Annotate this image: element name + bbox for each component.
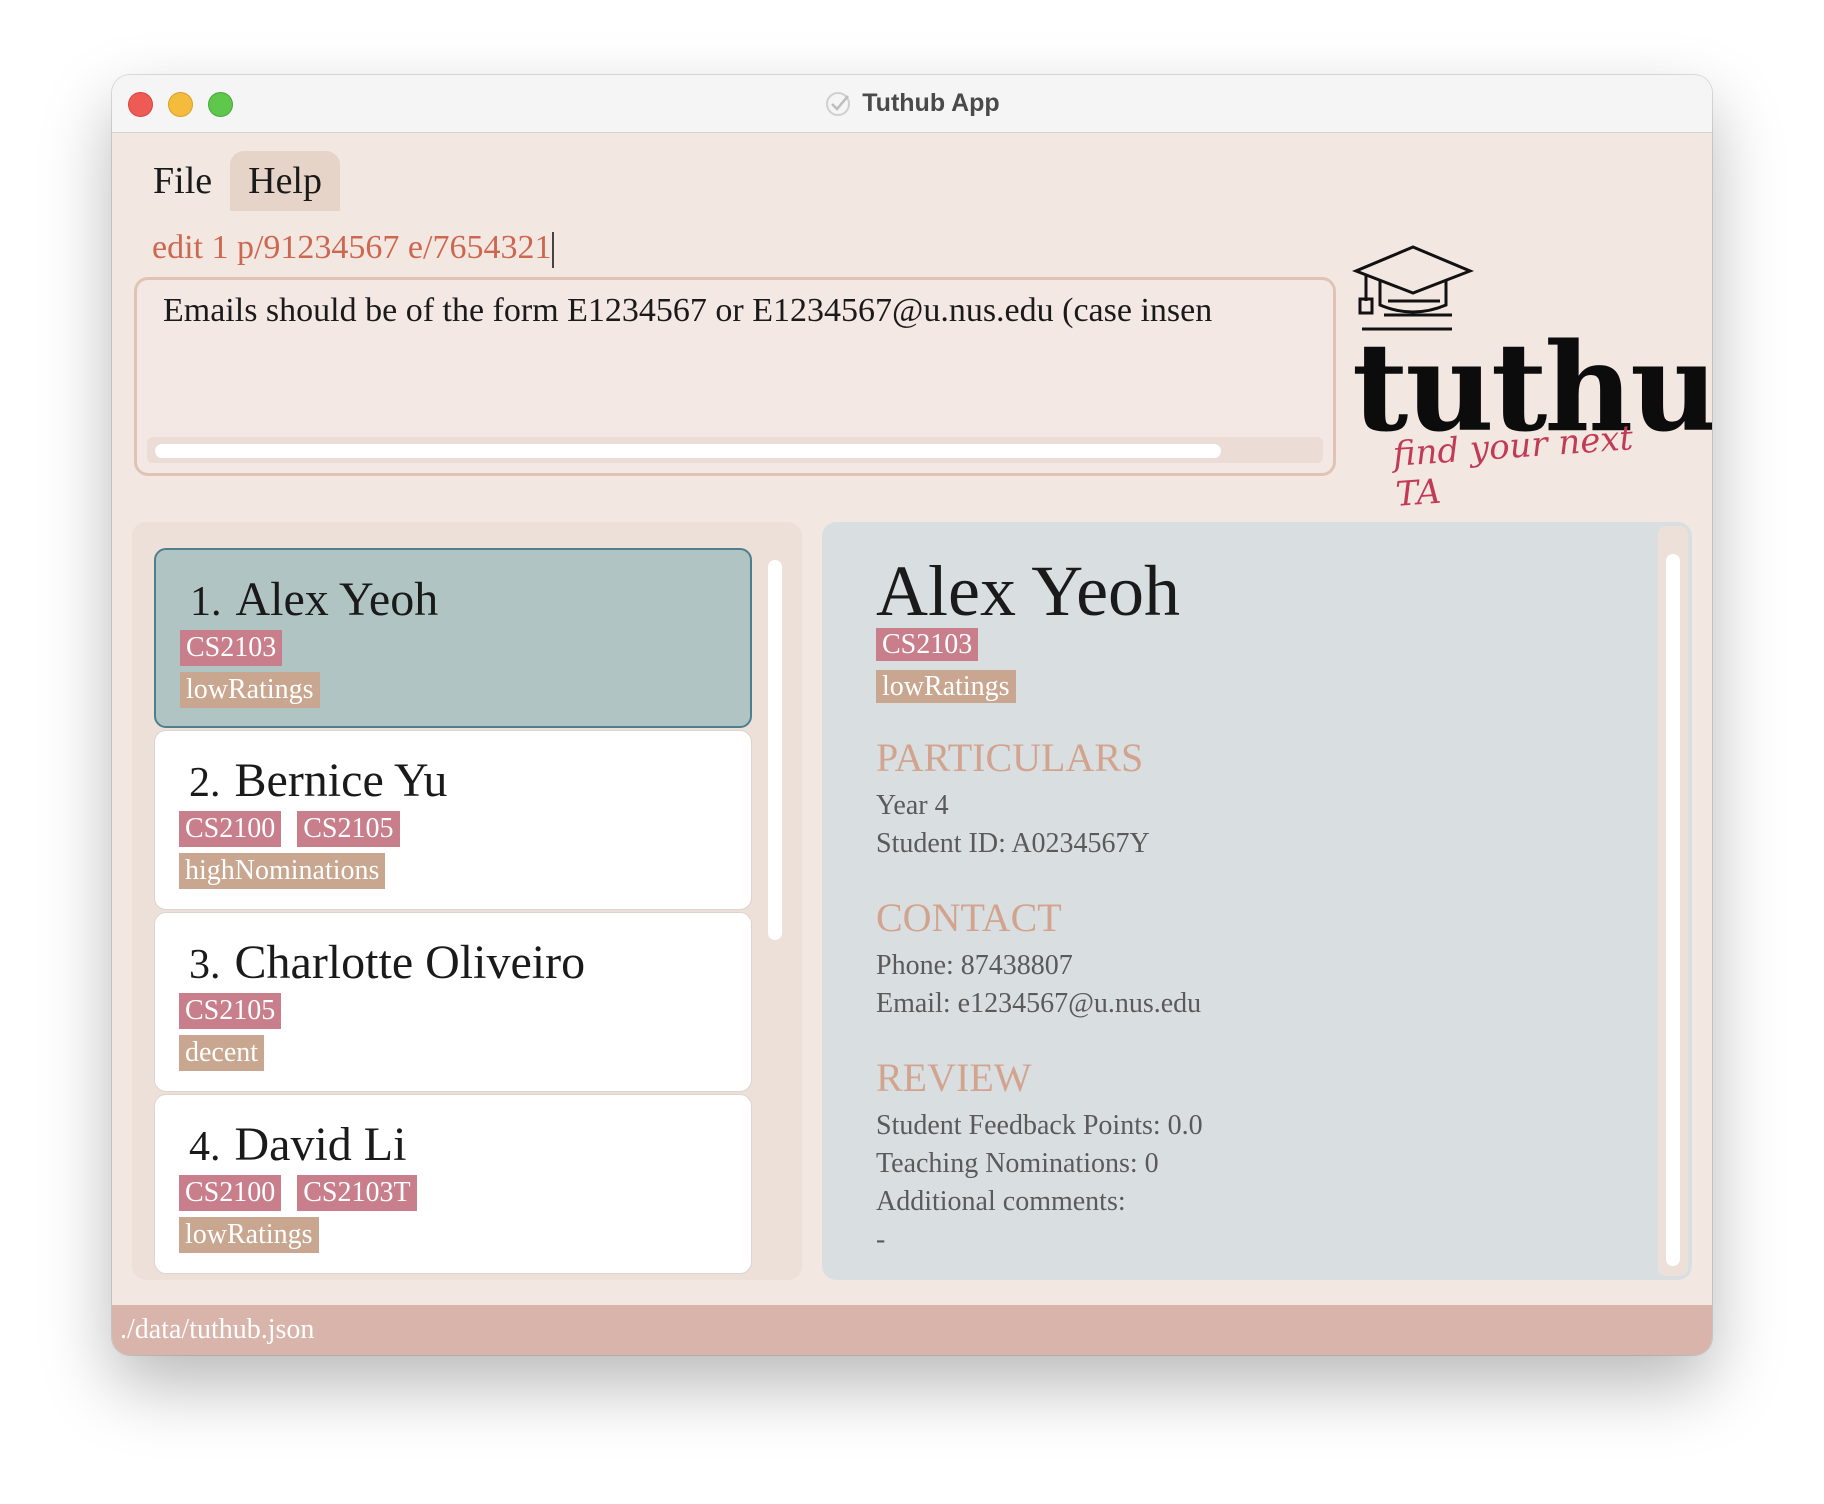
- module-tag: CS2105: [297, 811, 400, 847]
- module-tag: CS2105: [179, 993, 282, 1029]
- module-tag: CS2103: [180, 630, 283, 666]
- tutor-index: 4.: [189, 1124, 221, 1170]
- tutor-card[interactable]: 3. Charlotte Oliveiro CS2105 decent: [154, 912, 752, 1092]
- tutor-card[interactable]: 2. Bernice Yu CS2100 CS2105 highNominations: [154, 730, 752, 910]
- tutor-card-title: 1. Alex Yeoh: [190, 572, 438, 627]
- detail-nominations: Teaching Nominations: 0: [876, 1148, 1159, 1179]
- review-tag-row: lowRatings: [179, 1217, 319, 1253]
- review-heading: REVIEW: [876, 1055, 1032, 1100]
- text-caret: [552, 232, 555, 269]
- detail-email: Email: e1234567@u.nus.edu: [876, 988, 1202, 1019]
- tutor-name: Charlotte Oliveiro: [234, 936, 586, 989]
- tutor-name: Alex Yeoh: [235, 573, 439, 626]
- result-display[interactable]: Emails should be of the form E1234567 or…: [134, 277, 1336, 476]
- module-tag: CS2103T: [297, 1175, 417, 1211]
- window-title: Tuthub App: [862, 89, 1000, 117]
- detail-module-tag: CS2103: [876, 628, 979, 661]
- detail-name: Alex Yeoh: [876, 551, 1181, 631]
- tutor-card-title: 4. David Li: [189, 1117, 406, 1172]
- tutor-card[interactable]: 1. Alex Yeoh CS2103 lowRatings: [154, 548, 752, 728]
- list-scrollbar[interactable]: [768, 560, 782, 940]
- menu-bar: File Help: [135, 151, 340, 211]
- review-tag-row: lowRatings: [180, 672, 320, 708]
- review-tag: decent: [179, 1035, 265, 1071]
- detail-comments-value: -: [876, 1224, 886, 1255]
- review-tag: lowRatings: [179, 1217, 319, 1253]
- checkmark-icon: [826, 91, 851, 116]
- detail-scrollbar[interactable]: [1658, 526, 1688, 1276]
- tutor-card-title: 3. Charlotte Oliveiro: [189, 935, 585, 990]
- contact-heading: CONTACT: [876, 895, 1062, 940]
- command-input[interactable]: edit 1 p/91234567 e/7654321: [152, 223, 1332, 273]
- menu-help[interactable]: Help: [230, 151, 340, 211]
- module-tag-row: CS2103: [180, 630, 283, 666]
- status-bar: ./data/tuthub.json: [112, 1305, 1712, 1355]
- scrollbar-thumb[interactable]: [1666, 554, 1680, 1266]
- menu-file[interactable]: File: [135, 151, 230, 211]
- review-tag: lowRatings: [180, 672, 320, 708]
- module-tag-row: CS2100 CS2103T: [179, 1175, 417, 1211]
- tutor-list[interactable]: 1. Alex Yeoh CS2103 lowRatings 2. Bernice Yu C…: [154, 548, 752, 1280]
- tutor-name: Bernice Yu: [234, 754, 448, 807]
- tutor-index: 1.: [190, 579, 222, 625]
- review-tag-row: decent: [179, 1035, 265, 1071]
- tuthub-logo: tuthub. find your next TA: [1338, 243, 1712, 515]
- tutor-name: David Li: [234, 1118, 407, 1171]
- detail-feedback-points: Student Feedback Points: 0.0: [876, 1110, 1203, 1141]
- result-horizontal-scrollbar[interactable]: [147, 437, 1323, 463]
- module-tag: CS2100: [179, 811, 282, 847]
- detail-comments-label: Additional comments:: [876, 1186, 1126, 1217]
- tutor-index: 3.: [189, 942, 221, 988]
- detail-student-id: Student ID: A0234567Y: [876, 828, 1150, 859]
- module-tag-row: CS2100 CS2105: [179, 811, 400, 847]
- scrollbar-thumb[interactable]: [155, 444, 1221, 458]
- command-input-text: edit 1 p/91234567 e/7654321: [152, 229, 552, 266]
- module-tag: CS2100: [179, 1175, 282, 1211]
- tutor-card[interactable]: 4. David Li CS2100 CS2103T lowRatings: [154, 1094, 752, 1274]
- detail-review-tag: lowRatings: [876, 670, 1016, 703]
- result-message: Emails should be of the form E1234567 or…: [163, 292, 1213, 329]
- app-window: Tuthub App File Help edit 1 p/91234567 e…: [112, 75, 1712, 1355]
- detail-year: Year 4: [876, 790, 949, 821]
- tutor-card-title: 2. Bernice Yu: [189, 753, 447, 808]
- particulars-heading: PARTICULARS: [876, 735, 1144, 780]
- module-tag-row: CS2105: [179, 993, 282, 1029]
- detail-phone: Phone: 87438807: [876, 950, 1073, 981]
- review-tag: highNominations: [179, 853, 386, 889]
- data-file-path: ./data/tuthub.json: [120, 1314, 315, 1345]
- tutor-detail-panel: Alex Yeoh CS2103 lowRatings PARTICULARS …: [822, 522, 1692, 1280]
- tutor-index: 2.: [189, 760, 221, 806]
- review-tag-row: highNominations: [179, 853, 386, 889]
- title-bar: Tuthub App: [112, 75, 1712, 133]
- tutor-list-panel: 1. Alex Yeoh CS2103 lowRatings 2. Bernice Yu C…: [132, 522, 802, 1280]
